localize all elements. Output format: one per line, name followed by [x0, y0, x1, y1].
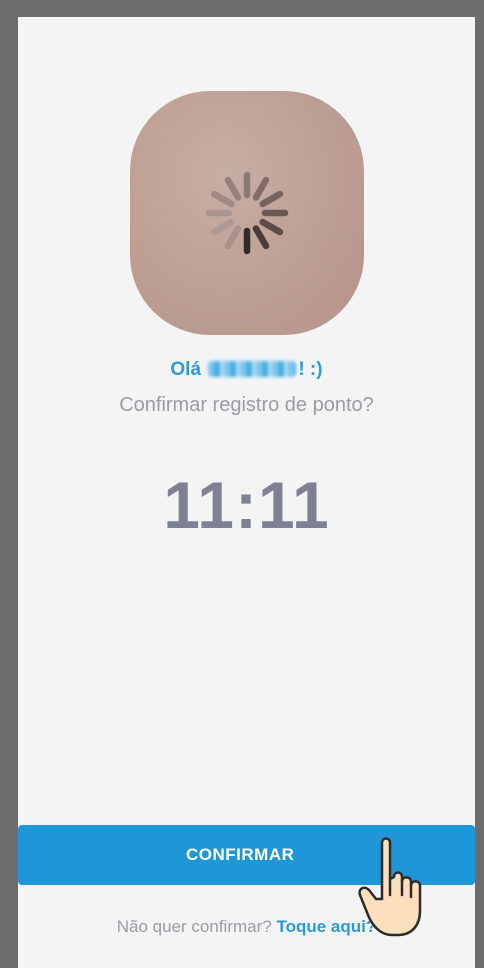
footer-text: Não quer confirmar? [116, 917, 272, 936]
app-screen: Olá ! :) Confirmar registro de ponto? 11… [18, 17, 475, 968]
time-display: 11:11 [163, 468, 330, 542]
greeting-suffix: ! :) [298, 359, 323, 380]
loading-spinner-icon [205, 171, 289, 255]
greeting-prefix: Olá [170, 359, 202, 380]
pointing-hand-icon [358, 837, 422, 937]
redacted-user-name [208, 361, 297, 377]
confirm-question: Confirmar registro de ponto? [119, 394, 374, 416]
greeting-text: Olá ! :) [18, 359, 475, 381]
device-frame: Olá ! :) Confirmar registro de ponto? 11… [0, 0, 484, 968]
selfie-photo-placeholder [130, 91, 364, 335]
